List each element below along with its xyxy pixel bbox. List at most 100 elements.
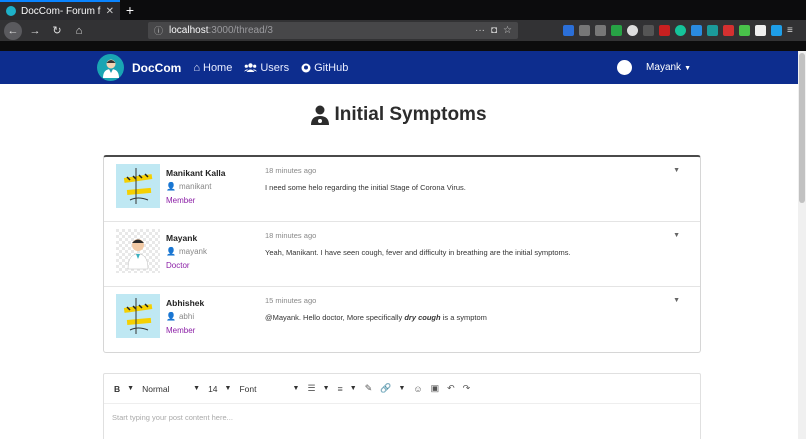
user-menu[interactable]: Mayank ▼ bbox=[617, 60, 691, 75]
sidebar-icon[interactable] bbox=[595, 25, 606, 36]
nav-home[interactable]: ⌂ Home bbox=[193, 62, 232, 74]
doctor-user-icon bbox=[311, 105, 330, 125]
emoji-icon[interactable]: ☺ bbox=[413, 384, 422, 394]
post-author[interactable]: Manikant Kalla bbox=[166, 168, 226, 178]
font-family-value: Font bbox=[239, 383, 257, 394]
font-size-value: 14 bbox=[208, 383, 218, 394]
forward-button[interactable]: → bbox=[26, 22, 44, 40]
image-icon[interactable]: ▣ bbox=[431, 383, 440, 394]
post-time: 18 minutes ago bbox=[265, 231, 317, 240]
extension-grammar-icon[interactable] bbox=[675, 25, 686, 36]
link-button[interactable]: 🔗 ▼ bbox=[380, 383, 405, 394]
post-menu-icon[interactable]: ▼ bbox=[673, 297, 680, 304]
post-role: Doctor bbox=[166, 261, 190, 270]
post-item: Manikant Kalla 👤 manikant Member 18 minut… bbox=[104, 157, 700, 222]
extension-green-icon[interactable] bbox=[611, 25, 622, 36]
post-list: Manikant Kalla 👤 manikant Member 18 minut… bbox=[103, 155, 701, 353]
web-page: DocCom ⌂ Home Users GitHub Mayank ▼ Initi… bbox=[0, 51, 806, 439]
chevron-down-icon: ▼ bbox=[398, 385, 406, 392]
extension-blue-icon[interactable] bbox=[691, 25, 702, 36]
favicon-icon bbox=[6, 6, 16, 16]
post-text-part: is a symptom bbox=[440, 313, 487, 322]
font-size-select[interactable]: 14 ▼ bbox=[208, 384, 231, 394]
post-username: 👤 manikant bbox=[166, 182, 211, 191]
post-author[interactable]: Abhishek bbox=[166, 298, 204, 308]
nav-users[interactable]: Users bbox=[244, 62, 289, 74]
close-tab-icon[interactable]: ✕ bbox=[106, 6, 114, 17]
link-icon: 🔗 bbox=[380, 383, 392, 393]
color-pen-icon[interactable]: ✎ bbox=[365, 383, 373, 394]
download-icon[interactable] bbox=[563, 25, 574, 36]
chevron-down-icon: ▼ bbox=[127, 385, 135, 392]
post-time: 15 minutes ago bbox=[265, 296, 317, 305]
reload-button[interactable]: ↻ bbox=[48, 22, 66, 40]
url-host: localhost bbox=[169, 25, 209, 36]
bold-label: B bbox=[114, 383, 121, 394]
extension-white-icon[interactable] bbox=[755, 25, 766, 36]
scrollbar-thumb[interactable] bbox=[799, 53, 805, 203]
extension-teal-icon[interactable] bbox=[707, 25, 718, 36]
pocket-icon[interactable]: ◘ bbox=[491, 25, 497, 36]
url-bar[interactable]: ⓘ localhost:3000/thread/3 ··· ◘ ☆ bbox=[148, 22, 518, 39]
home-button[interactable]: ⌂ bbox=[70, 22, 88, 40]
user-name: Mayank bbox=[646, 62, 682, 73]
page-scrollbar[interactable] bbox=[798, 51, 806, 439]
extension-adblock-icon[interactable] bbox=[659, 25, 670, 36]
github-icon bbox=[301, 63, 311, 72]
chevron-down-icon: ▼ bbox=[349, 385, 357, 392]
brand-name[interactable]: DocCom bbox=[132, 61, 181, 75]
browser-tabbar: DocCom- Forum for Do ✕ + bbox=[0, 0, 806, 20]
chevron-down-icon: ▼ bbox=[322, 385, 330, 392]
post-menu-icon[interactable]: ▼ bbox=[673, 232, 680, 239]
user-photo bbox=[116, 294, 160, 338]
bookmark-star-icon[interactable]: ☆ bbox=[503, 25, 512, 36]
extension-lime-icon[interactable] bbox=[739, 25, 750, 36]
extension-dark-icon[interactable] bbox=[643, 25, 654, 36]
chevron-down-icon: ▼ bbox=[292, 385, 300, 392]
undo-icon[interactable]: ↶ bbox=[447, 383, 455, 394]
nav-home-label: Home bbox=[203, 61, 233, 74]
nav-github[interactable]: GitHub bbox=[301, 62, 348, 74]
post-content-input[interactable]: Start typing your post content here... bbox=[104, 404, 700, 431]
post-item: Abhishek 👤 abhi Member 15 minutes ago @Ma… bbox=[104, 287, 700, 352]
more-icon[interactable]: ··· bbox=[475, 25, 485, 36]
redo-icon[interactable]: ↷ bbox=[463, 383, 471, 394]
nav-github-label: GitHub bbox=[314, 61, 349, 74]
post-username-text: abhi bbox=[178, 312, 195, 321]
post-username: 👤 mayank bbox=[166, 247, 207, 256]
library-icon[interactable] bbox=[579, 25, 590, 36]
font-family-select[interactable]: Font ▼ bbox=[239, 384, 299, 394]
page-title: Initial Symptoms bbox=[334, 104, 487, 125]
list-button[interactable]: ☰ ▼ bbox=[307, 383, 329, 394]
post-text: @Mayank. Hello doctor, More specifically… bbox=[265, 313, 487, 322]
url-path: :3000/thread/3 bbox=[208, 25, 273, 36]
browser-toolbar: ← → ↻ ⌂ ⓘ localhost:3000/thread/3 ··· ◘ … bbox=[0, 20, 806, 41]
user-avatar bbox=[617, 60, 633, 75]
back-button[interactable]: ← bbox=[4, 21, 22, 40]
post-author[interactable]: Mayank bbox=[166, 233, 197, 243]
thread-title-row: Initial Symptoms bbox=[0, 104, 798, 126]
post-menu-icon[interactable]: ▼ bbox=[673, 167, 680, 174]
post-editor: B ▼ Normal ▼ 14 ▼ Font ▼ ☰ ▼ ≡ ▼ ✎ 🔗 ▼ ☺ ▣ ↶ ↷ … bbox=[103, 373, 701, 439]
align-left-icon: ≡ bbox=[337, 383, 343, 394]
user-icon: 👤 bbox=[166, 312, 176, 321]
extension-red-icon[interactable] bbox=[723, 25, 734, 36]
post-text-part: @Mayank. Hello doctor, More specifically bbox=[265, 313, 405, 322]
post-text: Yeah, Manikant. I have seen cough, fever… bbox=[265, 248, 571, 257]
menu-icon[interactable]: ≡ bbox=[787, 25, 798, 36]
extension-cyan-icon[interactable] bbox=[771, 25, 782, 36]
editor-toolbar: B ▼ Normal ▼ 14 ▼ Font ▼ ☰ ▼ ≡ ▼ ✎ 🔗 ▼ ☺ ▣ ↶ ↷ bbox=[104, 374, 700, 404]
chevron-down-icon: ▼ bbox=[684, 65, 691, 72]
site-navbar: DocCom ⌂ Home Users GitHub Mayank ▼ bbox=[0, 51, 806, 84]
post-username-text: manikant bbox=[178, 182, 212, 191]
user-icon: 👤 bbox=[166, 182, 176, 191]
extension-circle-icon[interactable] bbox=[627, 25, 638, 36]
post-username: 👤 abhi bbox=[166, 312, 194, 321]
block-format-value: Normal bbox=[142, 383, 170, 394]
doctor-logo-icon[interactable] bbox=[97, 54, 124, 81]
block-format-select[interactable]: Normal ▼ bbox=[142, 384, 200, 394]
bold-button[interactable]: B ▼ bbox=[114, 384, 134, 394]
new-tab-button[interactable]: + bbox=[120, 0, 140, 20]
browser-tab[interactable]: DocCom- Forum for Do ✕ bbox=[0, 0, 120, 20]
align-button[interactable]: ≡ ▼ bbox=[338, 384, 357, 394]
